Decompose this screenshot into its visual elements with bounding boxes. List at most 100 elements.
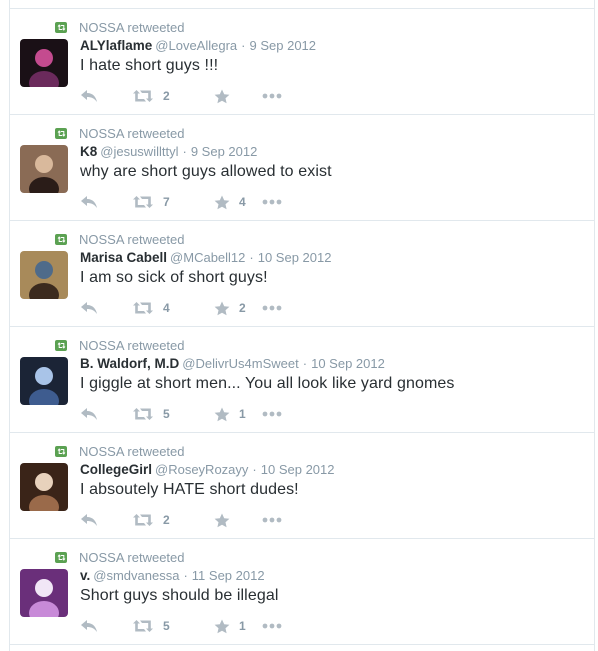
- tweet-header: v. @smdvanessa · 11 Sep 2012: [80, 568, 265, 583]
- retweet-context: NOSSA retweeted: [55, 338, 185, 353]
- avatar[interactable]: [20, 357, 68, 405]
- more-dots-icon: [262, 517, 282, 523]
- tweet-text: I absoutely HATE short dudes!: [80, 481, 299, 498]
- tweet-timestamp[interactable]: 9 Sep 2012: [191, 144, 258, 159]
- username[interactable]: @smdvanessa: [93, 568, 179, 583]
- tweet-timestamp[interactable]: 9 Sep 2012: [250, 38, 317, 53]
- retweet-context-label[interactable]: NOSSA retweeted: [79, 550, 185, 565]
- retweet-button[interactable]: 7: [132, 195, 214, 209]
- more-options-button[interactable]: [262, 411, 282, 417]
- retweet-context-label[interactable]: NOSSA retweeted: [79, 338, 185, 353]
- avatar[interactable]: [20, 569, 68, 617]
- retweet-context-label[interactable]: NOSSA retweeted: [79, 20, 185, 35]
- reply-button[interactable]: [80, 513, 132, 527]
- username[interactable]: @LoveAllegra: [155, 38, 237, 53]
- reply-icon: [80, 407, 98, 421]
- tweet[interactable]: NOSSA retweeted v. @smdvanessa · 11 Sep 201…: [10, 539, 594, 645]
- reply-button[interactable]: [80, 89, 132, 103]
- tweet-actions: 2: [80, 511, 282, 529]
- retweet-count: 2: [163, 513, 170, 527]
- username[interactable]: @RoseyRozayy: [155, 462, 248, 477]
- tweet[interactable]: NOSSA retweeted K8 @jesuswillttyl · 9 Sep 2…: [10, 115, 594, 221]
- retweet-context-icon: [55, 127, 67, 139]
- retweet-context: NOSSA retweeted: [55, 126, 185, 141]
- retweet-icon: [132, 513, 154, 527]
- retweet-context-label[interactable]: NOSSA retweeted: [79, 126, 185, 141]
- reply-button[interactable]: [80, 195, 132, 209]
- avatar[interactable]: [20, 145, 68, 193]
- avatar[interactable]: [20, 463, 68, 511]
- retweet-button[interactable]: 5: [132, 619, 214, 633]
- retweet-icon: [132, 619, 154, 633]
- tweet-text: Short guys should be illegal: [80, 587, 279, 604]
- username[interactable]: @jesuswillttyl: [100, 144, 178, 159]
- reply-button[interactable]: [80, 407, 132, 421]
- favorite-button[interactable]: [214, 89, 262, 104]
- retweet-context-label[interactable]: NOSSA retweeted: [79, 444, 185, 459]
- tweet[interactable]: NOSSA retweeted B. Waldorf, M.D @DelivrUs…: [10, 327, 594, 433]
- tweet-actions: 5 1: [80, 405, 282, 423]
- avatar[interactable]: [20, 39, 68, 87]
- more-options-button[interactable]: [262, 199, 282, 205]
- more-options-button[interactable]: [262, 623, 282, 629]
- retweet-context-icon: [55, 21, 67, 33]
- dot-separator: ·: [249, 250, 254, 265]
- retweet-button[interactable]: 4: [132, 301, 214, 315]
- fullname[interactable]: CollegeGirl: [80, 462, 152, 477]
- more-dots-icon: [262, 411, 282, 417]
- tweet-text: why are short guys allowed to exist: [80, 163, 332, 180]
- reply-button[interactable]: [80, 301, 132, 315]
- dot-separator: ·: [183, 568, 188, 583]
- tweet[interactable]: NOSSA retweeted ALYlaflame @LoveAllegra · 9…: [10, 9, 594, 115]
- username[interactable]: @MCabell12: [170, 250, 245, 265]
- retweet-icon: [132, 407, 154, 421]
- star-icon: [214, 513, 230, 528]
- favorite-button[interactable]: 1: [214, 407, 262, 422]
- retweet-button[interactable]: 2: [132, 513, 214, 527]
- tweet-header: Marisa Cabell @MCabell12 · 10 Sep 2012: [80, 250, 331, 265]
- reply-icon: [80, 301, 98, 315]
- tweet[interactable]: NOSSA retweeted Marisa Cabell @MCabell12 ·…: [10, 221, 594, 327]
- retweet-context-label[interactable]: NOSSA retweeted: [79, 232, 185, 247]
- tweet-timestamp[interactable]: 10 Sep 2012: [258, 250, 332, 265]
- avatar[interactable]: [20, 251, 68, 299]
- tweet-header: K8 @jesuswillttyl · 9 Sep 2012: [80, 144, 257, 159]
- fullname[interactable]: Marisa Cabell: [80, 250, 167, 265]
- retweet-context: NOSSA retweeted: [55, 232, 185, 247]
- favorite-count: 1: [239, 619, 246, 633]
- retweet-count: 4: [163, 301, 170, 315]
- tweet-actions: 5 1: [80, 617, 282, 635]
- more-options-button[interactable]: [262, 93, 282, 99]
- more-dots-icon: [262, 199, 282, 205]
- fullname[interactable]: K8: [80, 144, 97, 159]
- tweet-actions: 7 4: [80, 193, 282, 211]
- retweet-button[interactable]: 2: [132, 89, 214, 103]
- retweet-icon: [132, 301, 154, 315]
- username[interactable]: @DelivrUs4mSweet: [182, 356, 299, 371]
- tweet-timestamp[interactable]: 10 Sep 2012: [261, 462, 335, 477]
- tweet-timestamp[interactable]: 11 Sep 2012: [192, 568, 265, 583]
- retweet-context-icon: [55, 551, 67, 563]
- tweet-actions: 2: [80, 87, 282, 105]
- tweet[interactable]: NOSSA retweeted CollegeGirl @RoseyRozayy ·…: [10, 433, 594, 539]
- timeline: NOSSA retweeted ALYlaflame @LoveAllegra · 9…: [9, 0, 595, 651]
- more-options-button[interactable]: [262, 305, 282, 311]
- favorite-count: 2: [239, 301, 246, 315]
- tweet-timestamp[interactable]: 10 Sep 2012: [311, 356, 385, 371]
- favorite-button[interactable]: 1: [214, 619, 262, 634]
- fullname[interactable]: ALYlaflame: [80, 38, 152, 53]
- fullname[interactable]: v.: [80, 568, 90, 583]
- tweet-header: ALYlaflame @LoveAllegra · 9 Sep 2012: [80, 38, 316, 53]
- tweet-header: CollegeGirl @RoseyRozayy · 10 Sep 2012: [80, 462, 335, 477]
- fullname[interactable]: B. Waldorf, M.D: [80, 356, 179, 371]
- retweet-count: 5: [163, 619, 170, 633]
- retweet-button[interactable]: 5: [132, 407, 214, 421]
- star-icon: [214, 89, 230, 104]
- favorite-button[interactable]: 2: [214, 301, 262, 316]
- star-icon: [214, 619, 230, 634]
- favorite-button[interactable]: 4: [214, 195, 262, 210]
- more-options-button[interactable]: [262, 517, 282, 523]
- timeline-top-divider: [10, 0, 594, 9]
- reply-button[interactable]: [80, 619, 132, 633]
- favorite-button[interactable]: [214, 513, 262, 528]
